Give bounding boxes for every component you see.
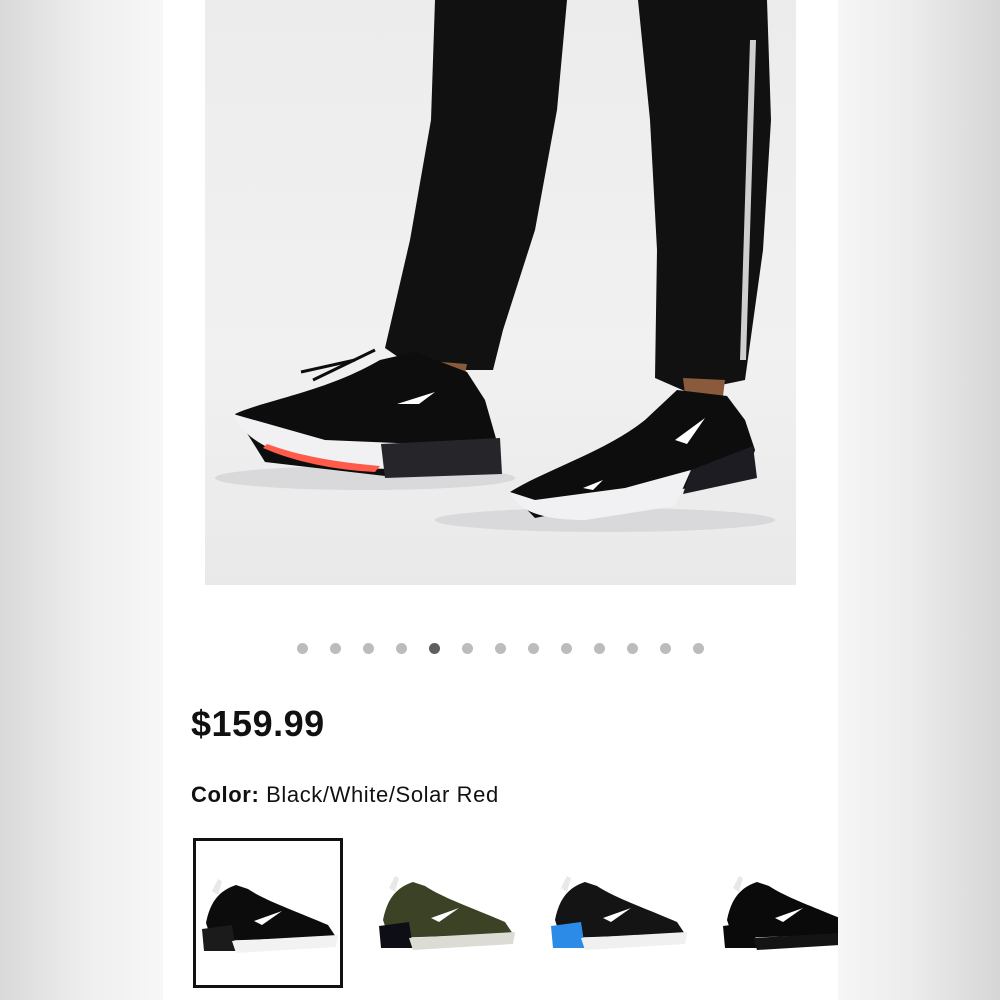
carousel-dot[interactable] <box>528 642 539 654</box>
color-value: Black/White/Solar Red <box>266 782 499 807</box>
carousel-dot[interactable] <box>396 642 407 654</box>
color-swatch[interactable] <box>373 838 523 988</box>
carousel-dot[interactable] <box>594 642 605 654</box>
carousel-dot[interactable] <box>495 642 506 654</box>
carousel-dot[interactable] <box>462 642 473 654</box>
color-info: Color: Black/White/Solar Red <box>191 782 499 808</box>
carousel-dot[interactable] <box>627 642 638 654</box>
carousel-dot[interactable] <box>330 642 341 654</box>
hero-illustration <box>215 0 775 532</box>
carousel-dot[interactable] <box>363 642 374 654</box>
background-left <box>0 0 163 1000</box>
carousel-dot[interactable] <box>297 642 308 654</box>
image-carousel-dots[interactable] <box>163 640 838 656</box>
carousel-dot[interactable] <box>429 642 440 654</box>
sneaker-thumbnail-icon <box>379 876 515 950</box>
product-price: $159.99 <box>191 703 325 744</box>
color-swatch[interactable] <box>717 838 838 988</box>
color-swatches <box>193 838 838 993</box>
product-card: $159.99 Color: Black/White/Solar Red <box>163 0 838 1000</box>
carousel-dot[interactable] <box>660 642 671 654</box>
carousel-dot[interactable] <box>693 642 704 654</box>
background-right <box>838 0 1000 1000</box>
color-label: Color: <box>191 782 260 807</box>
sneaker-thumbnail-icon <box>551 876 687 950</box>
sneaker-thumbnail-icon <box>723 876 838 950</box>
product-hero-image[interactable] <box>205 0 796 585</box>
sneaker-thumbnail-icon <box>202 879 338 953</box>
color-swatch[interactable] <box>545 838 695 988</box>
color-swatch[interactable] <box>193 838 343 988</box>
carousel-dot[interactable] <box>561 642 572 654</box>
